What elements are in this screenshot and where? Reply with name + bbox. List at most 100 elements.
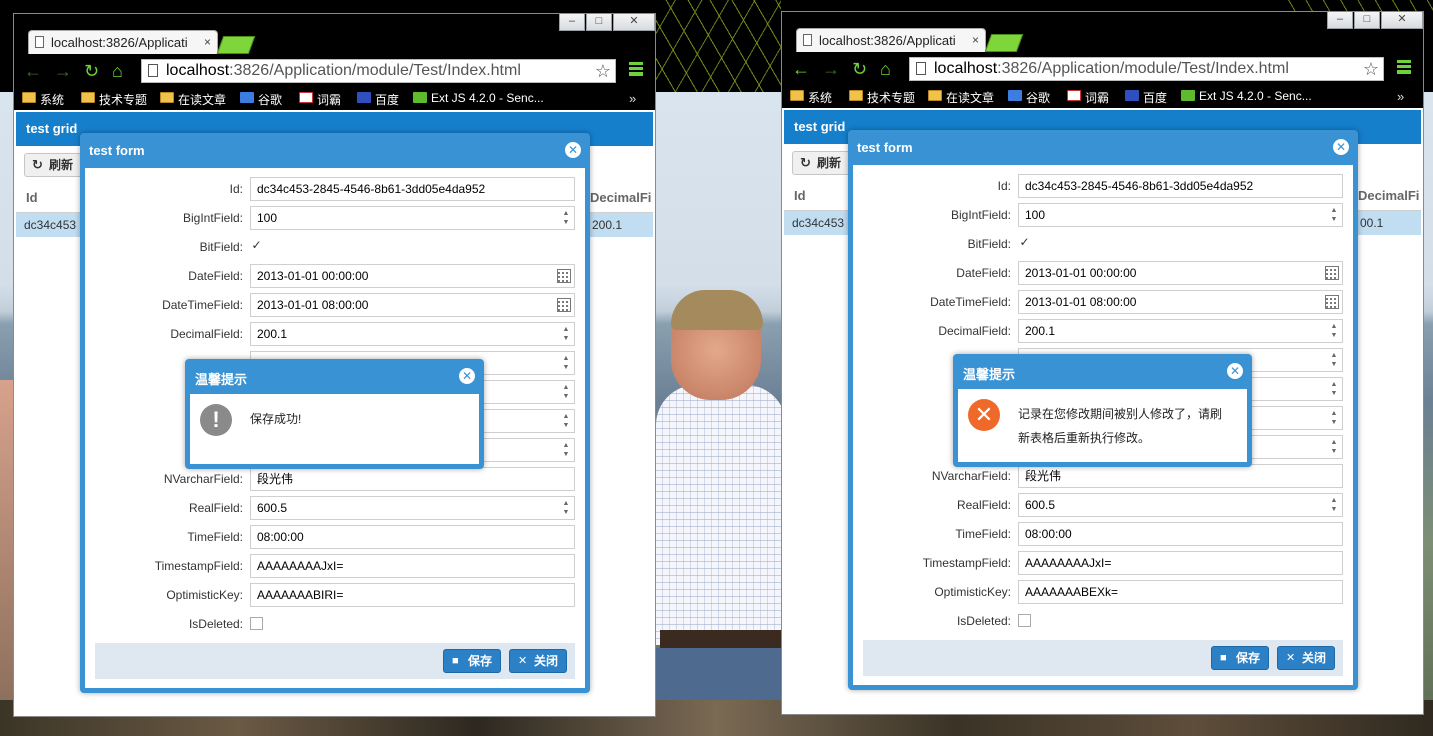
text-field[interactable]: 2013-01-01 00:00:00 [1018,261,1343,285]
extjs-icon [1181,90,1195,101]
close-button[interactable]: ✕ 关闭 [1277,646,1336,670]
bookmark-item[interactable]: 谷歌 [240,91,282,108]
save-button[interactable]: ■ 保存 [443,649,502,673]
bookmark-item[interactable]: 在读文章 [928,89,994,106]
bookmark-item[interactable]: 百度 [1125,89,1167,106]
bookmark-item[interactable]: 技术专题 [81,91,147,108]
spinner-icon[interactable]: ▲ ▼ [561,383,571,401]
text-field[interactable]: 08:00:00 [1018,522,1343,546]
bookmark-item[interactable]: 在读文章 [160,91,226,108]
spinner-icon[interactable]: ▲ ▼ [1329,206,1339,224]
bookmark-item[interactable]: 技术专题 [849,89,915,106]
browser-tab[interactable]: localhost:3826/Applicati × [796,28,986,52]
text-field[interactable]: 100 ▲ ▼ [250,206,575,230]
save-button[interactable]: ■ 保存 [1211,646,1270,670]
address-bar[interactable]: localhost:3826/Application/module/Test/I… [141,59,616,83]
column-id[interactable]: Id [26,190,38,205]
close-icon[interactable]: ✕ [1227,363,1243,379]
checkbox[interactable] [1018,614,1031,627]
column-decimal[interactable]: DecimalFi [1358,188,1419,203]
bookmark-star-icon[interactable]: ☆ [1363,58,1379,80]
home-icon[interactable]: ⌂ [880,60,891,78]
close-button[interactable]: ✕ 关闭 [509,649,568,673]
forward-arrow-icon[interactable]: → [54,62,72,80]
checkbox[interactable]: ✓ [1018,236,1031,250]
spinner-icon[interactable]: ▲ ▼ [1329,380,1339,398]
menu-icon[interactable] [1397,60,1411,74]
home-icon[interactable]: ⌂ [112,62,123,80]
checkbox[interactable] [250,617,263,630]
bookmark-item[interactable]: 系统 [790,89,832,106]
form-title: test form [857,140,913,155]
text-field[interactable]: 200.1 ▲ ▼ [1018,319,1343,343]
url-host: localhost [934,60,998,77]
reload-icon[interactable]: ↻ [84,62,99,80]
new-tab-button[interactable] [984,34,1024,52]
spinner-icon[interactable]: ▲ ▼ [1329,496,1339,514]
checkbox[interactable]: ✓ [250,239,263,253]
back-arrow-icon[interactable]: ← [24,62,42,80]
spinner-icon[interactable]: ▲ ▼ [1329,438,1339,456]
calendar-icon[interactable] [557,269,571,283]
bookmark-item[interactable]: 词霸 [1067,89,1109,106]
tab-close-icon[interactable]: × [204,35,211,49]
refresh-button[interactable]: ↻ 刷新 [792,151,851,175]
text-field[interactable]: dc34c453-2845-4546-8b61-3dd05e4da952 [250,177,575,201]
bookmark-item[interactable]: 词霸 [299,91,341,108]
spinner-icon[interactable]: ▲ ▼ [1329,322,1339,340]
close-icon[interactable]: ✕ [1333,139,1349,155]
close-icon: ✕ [1286,652,1296,664]
bookmarks-more-icon[interactable]: » [1397,89,1404,104]
browser-tab[interactable]: localhost:3826/Applicati × [28,30,218,54]
spinner-icon[interactable]: ▲ ▼ [561,412,571,430]
bookmark-item[interactable]: Ext JS 4.2.0 - Senc... [1181,89,1312,103]
text-field[interactable]: AAAAAAAAJxI= [1018,551,1343,575]
text-field[interactable]: 200.1 ▲ ▼ [250,322,575,346]
close-icon[interactable]: ✕ [565,142,581,158]
text-field[interactable]: 600.5 ▲ ▼ [250,496,575,520]
close-icon[interactable]: ✕ [459,368,475,384]
menu-icon[interactable] [629,62,643,76]
baidu-icon [1125,90,1139,101]
bookmarks-more-icon[interactable]: » [629,91,636,106]
spinner-icon[interactable]: ▲ ▼ [561,354,571,372]
calendar-icon[interactable] [1325,295,1339,309]
new-tab-button[interactable] [216,36,256,54]
spinner-icon[interactable]: ▲ ▼ [561,499,571,517]
bookmark-item[interactable]: 系统 [22,91,64,108]
cell-decimal: 00.1 [1360,216,1384,230]
bookmark-item[interactable]: 谷歌 [1008,89,1050,106]
forward-arrow-icon[interactable]: → [822,60,840,78]
url-host: localhost [166,62,230,79]
text-field[interactable]: 2013-01-01 08:00:00 [250,293,575,317]
text-field[interactable]: 600.5 ▲ ▼ [1018,493,1343,517]
spinner-icon[interactable]: ▲ ▼ [1329,351,1339,369]
column-id[interactable]: Id [794,188,806,203]
bookmark-item[interactable]: Ext JS 4.2.0 - Senc... [413,91,544,105]
column-decimal[interactable]: DecimalFi [590,190,651,205]
spinner-icon[interactable]: ▲ ▼ [561,209,571,227]
text-field[interactable]: 段光伟 [250,467,575,491]
address-bar[interactable]: localhost:3826/Application/module/Test/I… [909,57,1384,81]
bookmark-star-icon[interactable]: ☆ [595,60,611,82]
text-field[interactable]: 段光伟 [1018,464,1343,488]
text-field[interactable]: dc34c453-2845-4546-8b61-3dd05e4da952 [1018,174,1343,198]
field-label: IsDeleted: [956,614,1011,628]
text-field[interactable]: 100 ▲ ▼ [1018,203,1343,227]
text-field[interactable]: 2013-01-01 08:00:00 [1018,290,1343,314]
text-field[interactable]: 2013-01-01 00:00:00 [250,264,575,288]
text-field[interactable]: AAAAAAABEXk= [1018,580,1343,604]
refresh-button[interactable]: ↻ 刷新 [24,153,83,177]
calendar-icon[interactable] [557,298,571,312]
bookmark-item[interactable]: 百度 [357,91,399,108]
calendar-icon[interactable] [1325,266,1339,280]
tab-close-icon[interactable]: × [972,33,979,47]
spinner-icon[interactable]: ▲ ▼ [561,441,571,459]
text-field[interactable]: 08:00:00 [250,525,575,549]
text-field[interactable]: AAAAAAAAJxI= [250,554,575,578]
back-arrow-icon[interactable]: ← [792,60,810,78]
spinner-icon[interactable]: ▲ ▼ [1329,409,1339,427]
text-field[interactable]: AAAAAAABIRI= [250,583,575,607]
spinner-icon[interactable]: ▲ ▼ [561,325,571,343]
reload-icon[interactable]: ↻ [852,60,867,78]
